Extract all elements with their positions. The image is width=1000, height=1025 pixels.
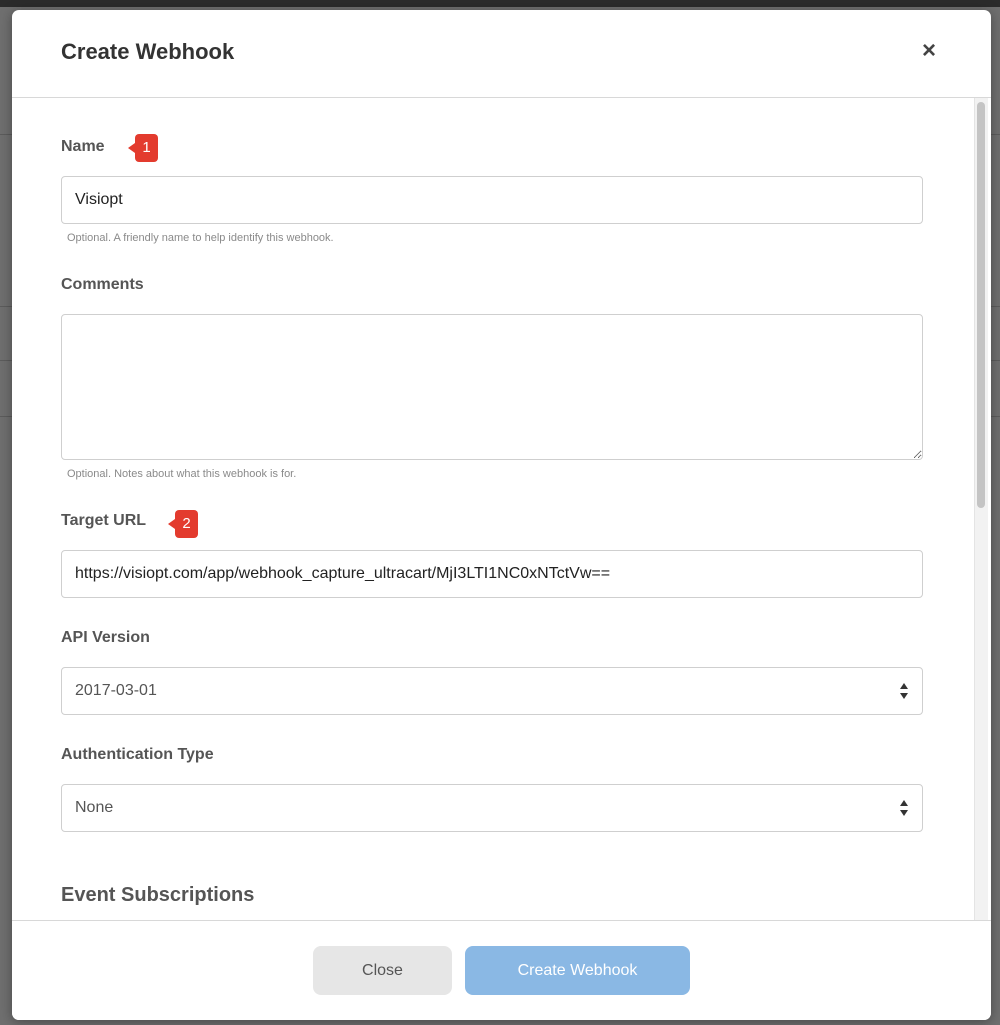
api-version-select[interactable]: 2017-03-01 <box>61 667 923 715</box>
sort-arrows-icon <box>900 683 908 699</box>
dialog-title: Create Webhook <box>61 39 235 64</box>
dialog-body: Name 1 Optional. A friendly name to help… <box>12 98 991 920</box>
auth-type-select[interactable]: None <box>61 784 923 832</box>
dialog-header: Create Webhook × <box>12 10 991 98</box>
target-url-label: Target URL <box>61 512 147 529</box>
event-subscriptions-heading: Event Subscriptions <box>61 884 255 906</box>
api-version-label: API Version <box>61 629 150 646</box>
target-url-input[interactable] <box>61 550 923 598</box>
auth-type-label: Authentication Type <box>61 746 214 763</box>
comments-label: Comments <box>61 276 144 293</box>
name-input[interactable] <box>61 176 923 224</box>
auth-type-selected: None <box>75 799 114 816</box>
dialog-footer: Close Create Webhook <box>12 920 991 1020</box>
comments-textarea[interactable] <box>61 314 923 460</box>
close-button[interactable]: Close <box>313 946 452 995</box>
create-webhook-dialog: Create Webhook × Name 1 Optional. A frie… <box>12 10 991 1020</box>
scrollbar-thumb[interactable] <box>977 102 985 508</box>
name-label: Name <box>61 138 105 155</box>
backdrop-topbar <box>0 0 1000 7</box>
api-version-selected: 2017-03-01 <box>75 682 157 699</box>
annotation-badge-1: 1 <box>128 134 158 162</box>
name-help-text: Optional. A friendly name to help identi… <box>67 232 334 244</box>
sort-arrows-icon <box>900 800 908 816</box>
create-webhook-button[interactable]: Create Webhook <box>465 946 690 995</box>
comments-help-text: Optional. Notes about what this webhook … <box>67 468 297 480</box>
annotation-badge-2: 2 <box>168 510 198 538</box>
close-icon[interactable]: × <box>918 39 940 63</box>
